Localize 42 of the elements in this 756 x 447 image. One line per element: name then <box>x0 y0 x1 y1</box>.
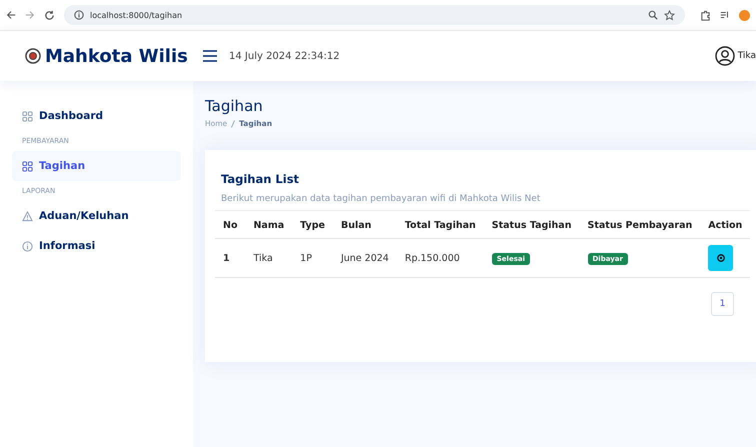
column-header: Bulan <box>332 210 397 238</box>
view-button[interactable] <box>708 245 734 271</box>
user-name[interactable]: Tika <box>738 51 756 61</box>
table-cell: Rp.150.000 <box>396 238 484 278</box>
table-cell: June 2024 <box>332 238 397 278</box>
address-bar[interactable]: localhost:8000/tagihan <box>64 5 685 25</box>
info-icon <box>22 240 33 252</box>
sidebar-item[interactable]: Aduan/Keluhan <box>12 201 181 231</box>
user-icon[interactable] <box>714 46 735 66</box>
puzzle-icon[interactable] <box>700 10 711 20</box>
column-header: Status Tagihan <box>484 210 580 238</box>
sidebar-item[interactable]: Dashboard <box>12 101 181 131</box>
grid-icon <box>22 110 33 122</box>
brand-name[interactable]: Mahkota Wilis <box>45 46 188 66</box>
page-link[interactable]: 1 <box>710 292 734 316</box>
column-header: Type <box>292 210 333 238</box>
page-title: Tagihan <box>205 97 264 115</box>
logo-icon <box>25 48 41 64</box>
date-time: 14 July 2024 22:34:12 <box>229 50 341 62</box>
sidebar-item[interactable]: Tagihan <box>12 151 181 181</box>
back-icon[interactable] <box>6 10 16 20</box>
info-icon <box>74 10 84 20</box>
column-header: Total Tagihan <box>396 210 484 238</box>
sidebar-item[interactable]: Informasi <box>12 231 181 261</box>
menu-icon[interactable] <box>203 50 217 62</box>
zoom-icon[interactable] <box>648 10 658 20</box>
column-header: Action <box>700 210 750 238</box>
table-cell: 1 <box>215 238 246 278</box>
column-header: No <box>215 210 246 238</box>
column-header: Nama <box>245 210 292 238</box>
reload-icon[interactable] <box>44 10 55 20</box>
card-subtitle: Berikut merupakan data tagihan pembayaran wifi di Mahkota Wilis Net <box>221 194 542 204</box>
card-title: Tagihan List <box>221 172 300 186</box>
table-cell: 1P <box>292 238 333 278</box>
star-icon[interactable] <box>664 10 675 20</box>
eye-icon <box>716 254 725 262</box>
table-cell: Tika <box>245 238 292 278</box>
separator-icon <box>231 120 236 128</box>
warning-icon <box>22 210 33 222</box>
column-header: Status Pembayaran <box>580 210 700 238</box>
media-icon[interactable] <box>720 10 730 20</box>
grid-icon <box>22 160 33 172</box>
